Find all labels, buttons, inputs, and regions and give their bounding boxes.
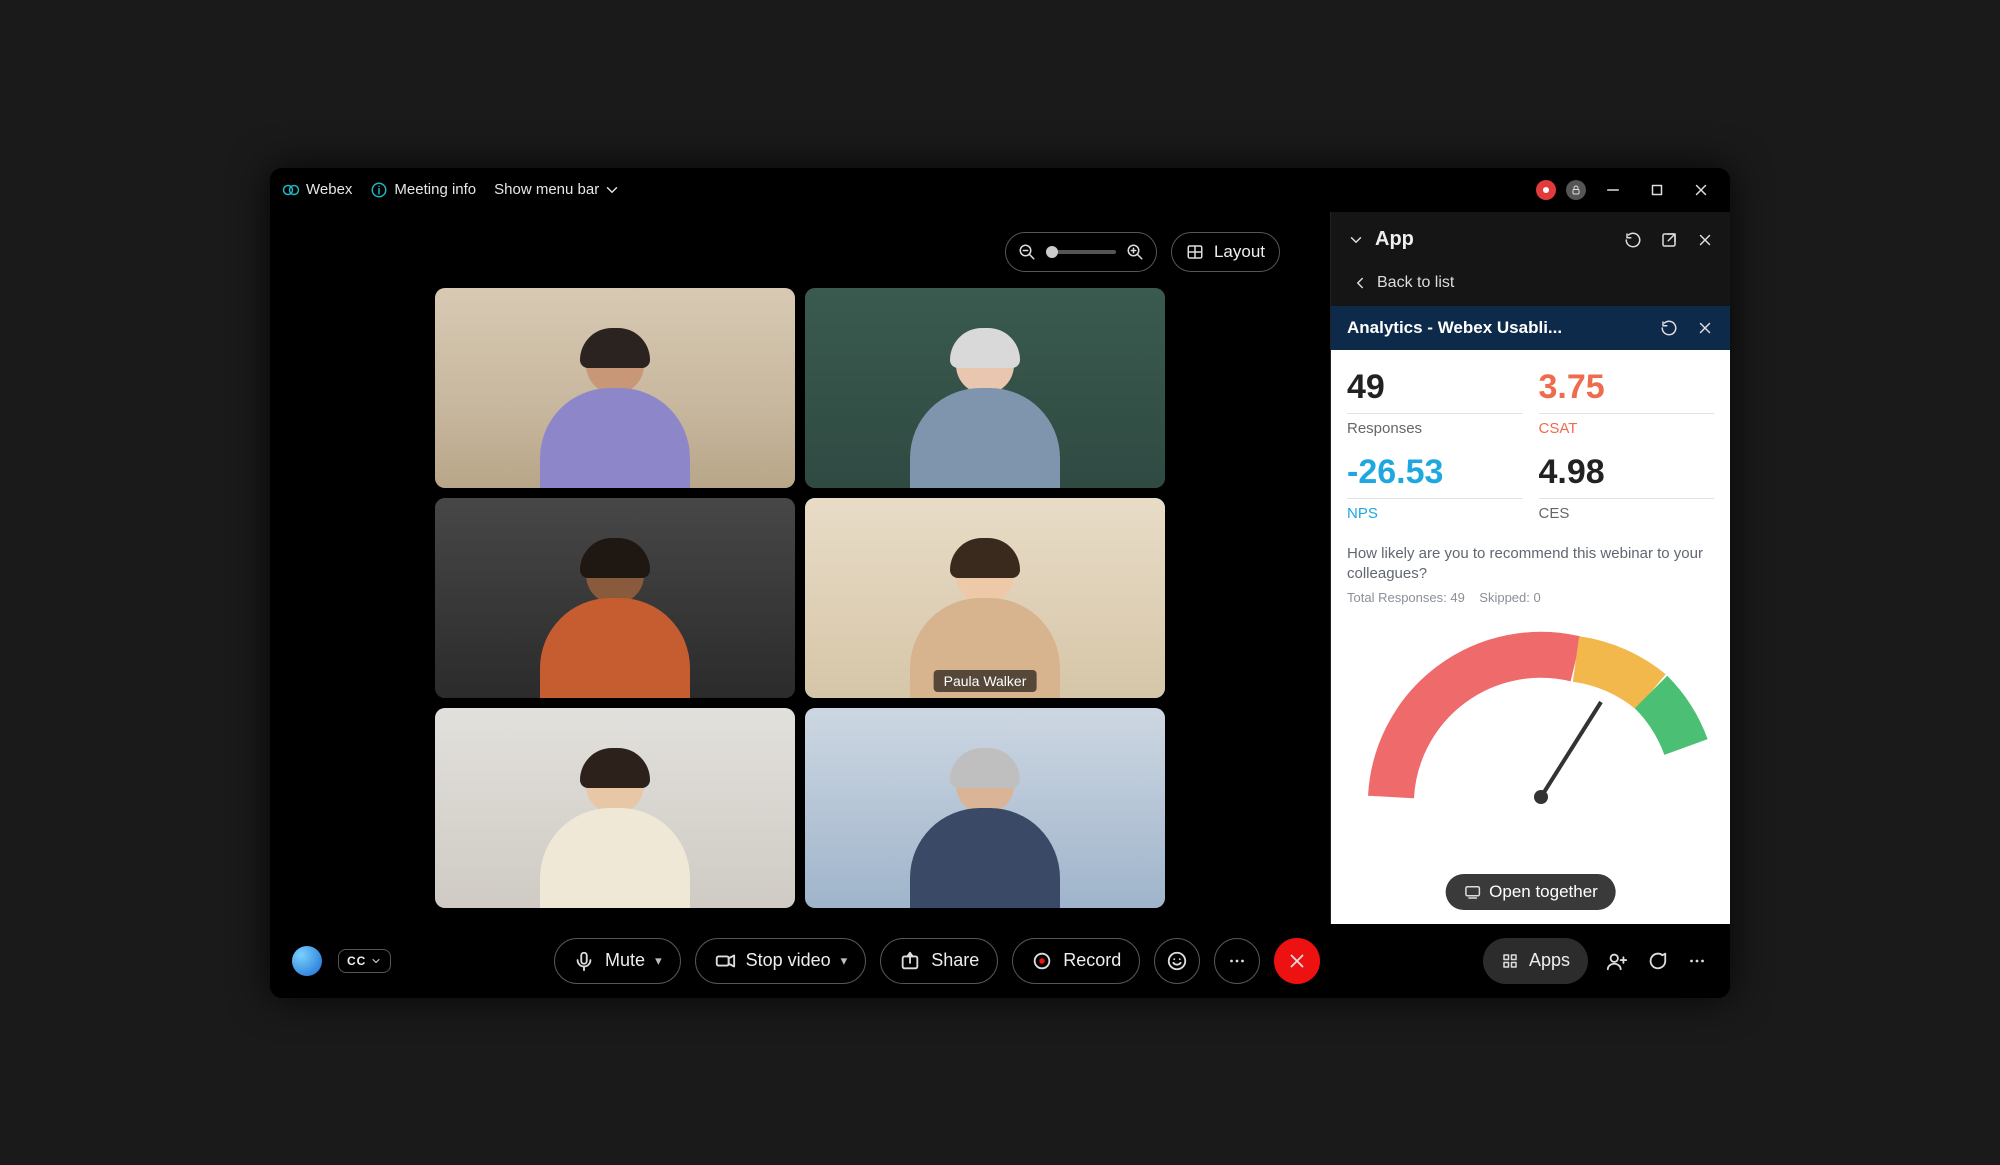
mute-label: Mute (605, 950, 645, 971)
zoom-control[interactable] (1005, 232, 1157, 272)
refresh-icon[interactable] (1624, 231, 1642, 249)
metric-label: Responses (1347, 420, 1523, 437)
ellipsis-icon (1226, 950, 1248, 972)
zoom-in-icon[interactable] (1126, 243, 1144, 261)
metric-value: 49 (1347, 368, 1523, 407)
back-label: Back to list (1377, 274, 1454, 292)
open-together-button[interactable]: Open together (1445, 874, 1616, 910)
show-menu-bar-button[interactable]: Show menu bar (494, 181, 621, 199)
webex-logo-icon (282, 181, 300, 199)
participant-tile[interactable] (805, 288, 1165, 488)
zoom-slider[interactable] (1046, 250, 1116, 254)
apps-label: Apps (1529, 950, 1570, 971)
stop-video-button[interactable]: Stop video ▾ (695, 938, 867, 984)
video-grid: Paula Walker (310, 288, 1290, 908)
video-area: Layout Paula Wa (270, 212, 1330, 924)
bottom-toolbar: CC Mute ▾ Stop video ▾ Share Record (270, 924, 1730, 998)
apps-icon (1501, 952, 1519, 970)
analytics-title: Analytics - Webex Usabli... (1347, 318, 1562, 338)
end-call-button[interactable] (1274, 938, 1320, 984)
app-panel: App Back to list Analytics - Webex Usabl… (1330, 212, 1730, 924)
close-icon[interactable] (1696, 231, 1714, 249)
chevron-down-icon[interactable]: ▾ (655, 953, 662, 969)
recording-indicator-icon[interactable] (1536, 180, 1556, 200)
participant-tile[interactable] (435, 288, 795, 488)
metric-value: 3.75 (1539, 368, 1715, 407)
lock-indicator-icon[interactable] (1566, 180, 1586, 200)
layout-icon (1186, 243, 1204, 261)
brand: Webex (282, 181, 352, 199)
chevron-down-icon[interactable] (1347, 231, 1365, 249)
record-label: Record (1063, 950, 1121, 971)
chevron-down-icon[interactable]: ▾ (841, 953, 848, 969)
layout-label: Layout (1214, 242, 1265, 262)
share-button[interactable]: Share (880, 938, 998, 984)
reactions-button[interactable] (1154, 938, 1200, 984)
info-icon (370, 181, 388, 199)
close-icon[interactable] (1696, 319, 1714, 337)
metric-label: NPS (1347, 505, 1523, 522)
metric-responses: 49 Responses (1347, 368, 1523, 437)
open-together-icon (1463, 883, 1481, 901)
stop-video-label: Stop video (746, 950, 831, 971)
analytics-title-bar: Analytics - Webex Usabli... (1331, 306, 1730, 350)
smile-icon (1166, 950, 1188, 972)
meeting-info-label: Meeting info (394, 181, 476, 198)
refresh-icon[interactable] (1660, 319, 1678, 337)
zoom-out-icon[interactable] (1018, 243, 1036, 261)
layout-button[interactable]: Layout (1171, 232, 1280, 272)
window-maximize-button[interactable] (1640, 176, 1674, 204)
share-icon (899, 950, 921, 972)
window-close-button[interactable] (1684, 176, 1718, 204)
open-together-label: Open together (1489, 882, 1598, 902)
metric-ces: 4.98 CES (1539, 453, 1715, 522)
back-to-list-button[interactable]: Back to list (1331, 268, 1730, 306)
participant-tile[interactable] (435, 708, 795, 908)
metric-value: 4.98 (1539, 453, 1715, 492)
chevron-left-icon (1351, 274, 1369, 292)
show-menu-label: Show menu bar (494, 181, 599, 198)
close-icon (1286, 950, 1308, 972)
record-button[interactable]: Record (1012, 938, 1140, 984)
metric-label: CES (1539, 505, 1715, 522)
record-icon (1031, 950, 1053, 972)
participant-tile[interactable] (435, 498, 795, 698)
participant-tile-active[interactable]: Paula Walker (805, 498, 1165, 698)
assistant-icon[interactable] (292, 946, 322, 976)
participants-icon[interactable] (1606, 950, 1628, 972)
popout-icon[interactable] (1660, 231, 1678, 249)
metric-label: CSAT (1539, 420, 1715, 437)
mute-button[interactable]: Mute ▾ (554, 938, 681, 984)
app-panel-title: App (1375, 228, 1414, 251)
participant-name-chip: Paula Walker (934, 670, 1037, 692)
metric-csat: 3.75 CSAT (1539, 368, 1715, 437)
apps-button[interactable]: Apps (1483, 938, 1588, 984)
participant-tile[interactable] (805, 708, 1165, 908)
analytics-body: 49 Responses 3.75 CSAT -26.53 NPS (1331, 350, 1730, 924)
window-minimize-button[interactable] (1596, 176, 1630, 204)
webex-window: Webex Meeting info Show menu bar (270, 168, 1730, 998)
more-options-button[interactable] (1214, 938, 1260, 984)
camera-icon (714, 950, 736, 972)
title-bar: Webex Meeting info Show menu bar (270, 168, 1730, 212)
ellipsis-icon[interactable] (1686, 950, 1708, 972)
share-label: Share (931, 950, 979, 971)
meeting-info-button[interactable]: Meeting info (370, 181, 476, 199)
app-panel-header: App (1331, 212, 1730, 268)
metric-value: -26.53 (1347, 453, 1523, 492)
metric-nps: -26.53 NPS (1347, 453, 1523, 522)
chat-icon[interactable] (1646, 950, 1668, 972)
microphone-icon (573, 950, 595, 972)
chevron-down-icon (603, 181, 621, 199)
brand-label: Webex (306, 181, 352, 198)
nps-gauge-chart (1347, 617, 1714, 797)
survey-question: How likely are you to recommend this web… (1347, 544, 1714, 585)
closed-captions-button[interactable]: CC (338, 949, 391, 973)
